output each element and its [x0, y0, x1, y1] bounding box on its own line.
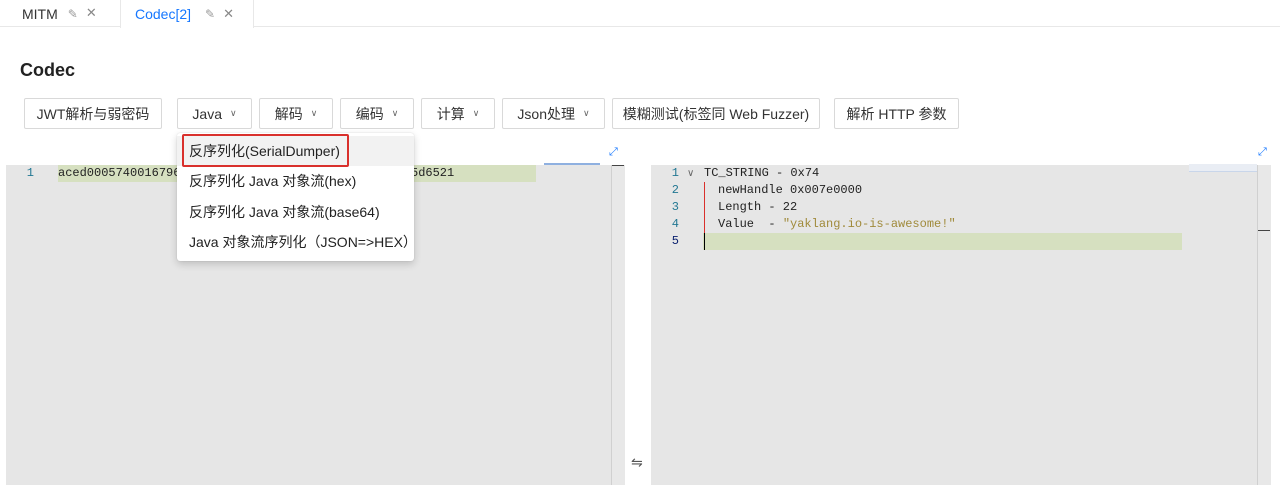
line-number: 2	[671, 183, 679, 197]
parse-http-params-button[interactable]: 解析 HTTP 参数	[834, 98, 959, 129]
encode-dropdown-button[interactable]: 编码 ∨	[340, 98, 414, 129]
output-editor[interactable]: ⤢ 1 2 3 4 5 ∨ TC_STRING - 0x74 newHandle…	[651, 140, 1271, 485]
value-string: "yaklang.io-is-awesome!"	[782, 217, 956, 231]
scroll-marker	[612, 165, 624, 166]
close-icon[interactable]: ✕	[86, 6, 97, 21]
button-label: 编码	[355, 105, 384, 122]
indent-guide	[704, 182, 705, 233]
input-text-start: aced00057400167961	[58, 166, 188, 180]
close-icon[interactable]: ✕	[223, 7, 234, 22]
tab-label: Codec[2]	[135, 6, 192, 22]
expand-icon[interactable]: ⤢	[1258, 145, 1267, 159]
output-line: Length - 22	[718, 200, 798, 214]
fuzz-button[interactable]: 模糊测试(标签同 Web Fuzzer)	[612, 98, 820, 129]
swap-icon[interactable]: ⇋	[631, 455, 643, 471]
compute-dropdown-button[interactable]: 计算 ∨	[421, 98, 495, 129]
editor-header	[651, 140, 1271, 165]
highlight-box	[182, 134, 349, 167]
menu-item-deserialize-hex[interactable]: 反序列化 Java 对象流(hex)	[177, 166, 414, 196]
menu-item-serialize-json-hex[interactable]: Java 对象流序列化（JSON=>HEX）	[177, 227, 417, 257]
text-cursor	[704, 233, 705, 250]
scroll-marker	[1258, 230, 1270, 231]
chevron-down-icon: ∨	[229, 108, 237, 119]
edit-icon[interactable]: ✎	[205, 7, 215, 21]
output-line: Value - "yaklang.io-is-awesome!"	[718, 216, 956, 233]
json-dropdown-button[interactable]: Json处理 ∨	[502, 98, 605, 129]
output-line: TC_STRING - 0x74	[704, 166, 820, 180]
editor-scrollbar[interactable]	[1257, 165, 1271, 485]
fold-chevron-icon[interactable]: ∨	[687, 165, 694, 182]
button-label: 模糊测试(标签同 Web Fuzzer)	[622, 105, 810, 122]
menu-item-deserialize-base64[interactable]: 反序列化 Java 对象流(base64)	[177, 197, 414, 227]
menu-item-label: 反序列化 Java 对象流(base64)	[189, 204, 380, 220]
menu-item-label: Java 对象流序列化（JSON=>HEX）	[189, 234, 417, 250]
button-label: Json处理	[517, 105, 575, 122]
button-label: Java	[192, 105, 222, 122]
minimap[interactable]	[1189, 164, 1257, 172]
line-number: 4	[671, 217, 679, 231]
decode-dropdown-button[interactable]: 解码 ∨	[259, 98, 333, 129]
chevron-down-icon: ∨	[582, 108, 590, 119]
minimap-slider[interactable]	[544, 163, 600, 165]
button-label: JWT解析与弱密码	[36, 105, 150, 122]
editor-scrollbar[interactable]	[611, 165, 625, 485]
chevron-down-icon: ∨	[310, 108, 318, 119]
button-label: 解码	[274, 105, 303, 122]
input-text-end: 5d6521	[411, 166, 455, 180]
line-number: 3	[671, 200, 679, 214]
button-label: 计算	[436, 105, 465, 122]
chevron-down-icon: ∨	[472, 108, 480, 119]
jwt-button[interactable]: JWT解析与弱密码	[24, 98, 162, 129]
page-title: Codec	[20, 60, 76, 80]
tab-mitm[interactable]: MITM ✎ ✕	[22, 0, 97, 27]
menu-item-label: 反序列化 Java 对象流(hex)	[189, 173, 357, 189]
output-line: newHandle 0x007e0000	[718, 183, 863, 197]
current-line-highlight	[703, 233, 1182, 250]
expand-icon[interactable]: ⤢	[609, 145, 618, 159]
line-number: 1	[26, 166, 34, 180]
tab-bar: MITM ✎ ✕ Codec[2] ✎ ✕	[0, 0, 1280, 28]
button-label: 解析 HTTP 参数	[846, 105, 947, 122]
line-number: 5	[671, 234, 679, 248]
value-key: Value -	[718, 217, 783, 231]
edit-icon[interactable]: ✎	[68, 7, 78, 21]
line-number: 1	[671, 166, 679, 180]
java-dropdown-button[interactable]: Java ∨	[177, 98, 252, 129]
chevron-down-icon: ∨	[391, 108, 399, 119]
tab-label: MITM	[22, 5, 58, 22]
tab-codec[interactable]: Codec[2] ✎ ✕	[120, 0, 254, 28]
